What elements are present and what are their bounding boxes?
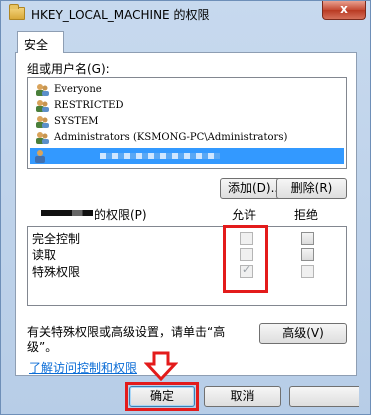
permissions-table: 完全控制 读取 特殊权限 <box>27 226 347 306</box>
users-group-icon <box>36 84 49 96</box>
users-group-icon <box>36 132 49 144</box>
permissions-heading: 的权限(P) <box>94 208 147 222</box>
learn-access-control-link[interactable]: 了解访问控制和权限 <box>29 359 137 376</box>
list-item-administrators[interactable]: Administrators (KSMONG-PC\Administrators… <box>32 130 344 146</box>
user-name: Administrators (KSMONG-PC\Administrators… <box>54 132 288 143</box>
advanced-note-line2: 级”。 <box>27 340 58 354</box>
users-group-icon <box>36 116 49 128</box>
deny-special-checkbox[interactable] <box>301 265 314 278</box>
advanced-button[interactable]: 高级(V) <box>259 323 347 344</box>
close-button[interactable]: x <box>322 1 366 20</box>
allow-column-header: 允许 <box>232 208 257 222</box>
deny-read-checkbox[interactable] <box>301 248 314 261</box>
remove-button[interactable]: 删除(R) <box>276 178 347 199</box>
deny-column-header: 拒绝 <box>294 208 319 222</box>
redacted-user-name <box>100 153 220 159</box>
annotation-ok-box <box>125 382 199 411</box>
folder-icon <box>9 4 25 20</box>
permission-row-special: 特殊权限 <box>32 265 81 279</box>
users-group-icon <box>36 100 49 112</box>
tab-security[interactable]: 安全 <box>17 31 64 53</box>
list-item-everyone[interactable]: Everyone <box>32 82 344 98</box>
annotation-highlight-box <box>223 225 268 293</box>
user-name: SYSTEM <box>54 116 99 127</box>
deny-full-control-checkbox[interactable] <box>301 232 314 245</box>
user-name: RESTRICTED <box>54 100 124 111</box>
user-list[interactable]: Everyone RESTRICTED SYSTEM Administrator… <box>27 77 347 169</box>
user-icon <box>35 150 45 163</box>
user-name: Everyone <box>54 84 102 95</box>
list-item-restricted[interactable]: RESTRICTED <box>32 98 344 114</box>
cancel-button[interactable]: 取消 <box>204 386 281 407</box>
permission-row-read: 读取 <box>32 248 57 262</box>
apply-button-partial[interactable] <box>289 386 359 407</box>
permission-row-full-control: 完全控制 <box>32 232 81 246</box>
list-item-selected-user[interactable] <box>30 148 344 164</box>
permissions-dialog: HKEY_LOCAL_MACHINE 的权限 x 安全 组或用户名(G): Ev… <box>0 0 371 415</box>
title-bar[interactable]: HKEY_LOCAL_MACHINE 的权限 x <box>1 1 370 27</box>
redacted-user-label <box>41 210 93 216</box>
groups-label: 组或用户名(G): <box>27 62 110 76</box>
list-item-system[interactable]: SYSTEM <box>32 114 344 130</box>
window-title: HKEY_LOCAL_MACHINE 的权限 <box>31 8 210 22</box>
annotation-arrow-icon <box>144 351 178 381</box>
